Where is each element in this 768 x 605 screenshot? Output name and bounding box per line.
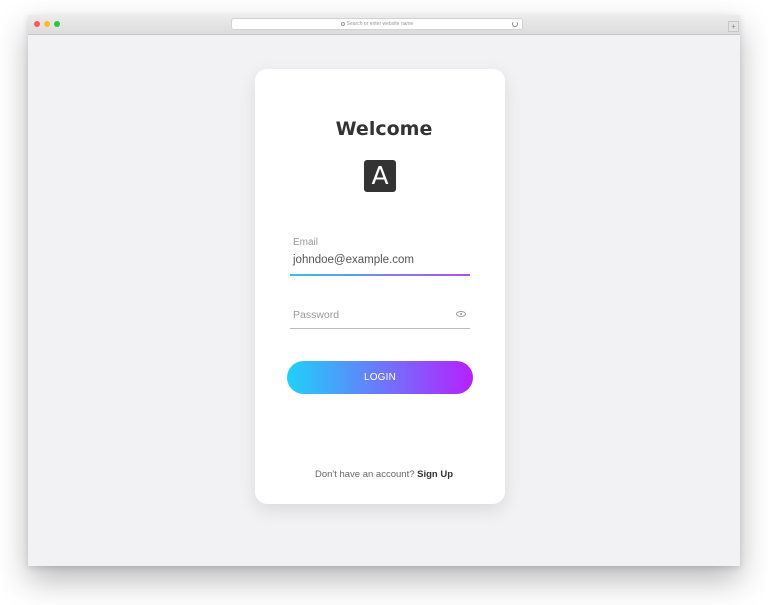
email-field-underline [290, 274, 470, 276]
close-window-button[interactable] [34, 21, 40, 27]
password-field[interactable]: Password [293, 309, 339, 321]
page-title: Welcome [335, 118, 433, 140]
minimize-window-button[interactable] [44, 21, 50, 27]
signup-link[interactable]: Sign Up [417, 469, 453, 480]
address-placeholder: Search or enter website name [346, 21, 414, 27]
search-icon [340, 21, 345, 26]
email-field[interactable]: johndoe@example.com [293, 254, 414, 266]
password-field-underline [290, 328, 470, 329]
new-tab-button[interactable]: + [728, 21, 739, 32]
address-bar-content: Search or enter website name [232, 19, 522, 29]
browser-titlebar: Search or enter website name + [28, 15, 740, 35]
reload-icon[interactable] [512, 21, 518, 27]
maximize-window-button[interactable] [54, 21, 60, 27]
address-bar[interactable]: Search or enter website name [231, 18, 523, 30]
signup-prompt-text: Don't have an account? [314, 469, 415, 480]
logo: A [364, 160, 396, 192]
eye-icon[interactable] [456, 311, 466, 317]
signup-prompt-row: Don't have an account? Sign Up [0, 469, 768, 480]
email-label: Email [293, 237, 319, 248]
login-button[interactable]: LOGIN [287, 361, 473, 394]
